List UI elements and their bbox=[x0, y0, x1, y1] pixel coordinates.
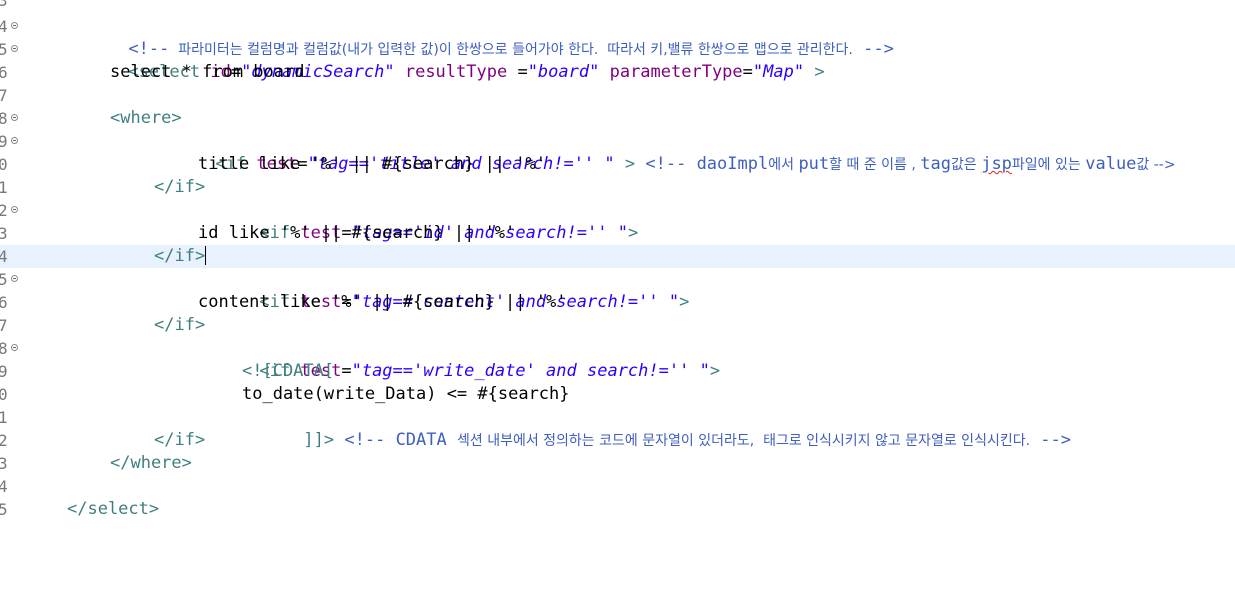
tag-name: <where> bbox=[110, 108, 182, 128]
line-number: 3 bbox=[0, 224, 8, 243]
fold-toggle-icon[interactable] bbox=[11, 275, 18, 282]
code-line[interactable]: 7 bbox=[0, 84, 1235, 107]
line-number: 4 bbox=[0, 17, 8, 36]
cdata-open: <![CDATA[ bbox=[242, 361, 335, 381]
sql-text: content like '%' || #{search} || '%' bbox=[198, 292, 567, 312]
tag-name: </if> bbox=[154, 315, 206, 335]
line-number: 5 bbox=[0, 270, 8, 289]
line-number: 8 bbox=[0, 109, 8, 128]
fold-toggle-icon[interactable] bbox=[11, 137, 18, 144]
code-line[interactable]: 5 <if test="tag=='content' and search!='… bbox=[0, 268, 1235, 312]
code-line[interactable]: 0 to_date(write_Data) <= #{search} bbox=[0, 383, 1235, 406]
line-number: 0 bbox=[0, 155, 8, 174]
line-number: 2 bbox=[0, 201, 8, 220]
sql-text: to_date(write_Data) <= #{search} bbox=[242, 384, 570, 404]
tag-name: </select> bbox=[67, 499, 160, 519]
line-number: 4 bbox=[0, 247, 8, 266]
current-code-line[interactable]: 4 </if> bbox=[0, 245, 1235, 268]
line-number: 9 bbox=[0, 132, 8, 151]
line-number: 1 bbox=[0, 178, 8, 197]
line-number: 3 bbox=[0, 0, 8, 10]
sql-text: title like '%' || #{search} || '%' bbox=[198, 154, 546, 174]
code-line[interactable]: 0 title like '%' || #{search} || '%' bbox=[0, 153, 1235, 176]
code-line[interactable]: 8 <where> bbox=[0, 107, 1235, 130]
code-line[interactable]: 3 </where> bbox=[0, 452, 1235, 475]
tag-name: </where> bbox=[110, 453, 192, 473]
code-line[interactable]: 5 <select id="dynamicSearch" resultType … bbox=[0, 38, 1235, 82]
line-number: 5 bbox=[0, 40, 8, 59]
fold-toggle-icon[interactable] bbox=[11, 344, 18, 351]
fold-toggle-icon[interactable] bbox=[11, 114, 18, 121]
line-number: 0 bbox=[0, 385, 8, 404]
code-line[interactable]: 3 id like '%' || #{search} || '%' bbox=[0, 222, 1235, 245]
sql-text: select * from board bbox=[110, 62, 305, 82]
code-line[interactable]: 3 bbox=[0, 0, 1235, 12]
line-number: 6 bbox=[0, 63, 8, 82]
code-line[interactable]: 2 </if> bbox=[0, 429, 1235, 452]
tag-name: </if> bbox=[154, 177, 206, 197]
code-line[interactable]: 9 <if test="tag=='title' and search!='' … bbox=[0, 130, 1235, 174]
tag-name: </if> bbox=[154, 430, 206, 450]
line-number: 7 bbox=[0, 316, 8, 335]
code-line[interactable]: 4 bbox=[0, 475, 1235, 498]
line-number: 1 bbox=[0, 408, 8, 427]
code-editor[interactable]: 3 4 <!-- 파라미터는 컬럼명과 컬럼값(내가 입력한 값)이 한쌍으로 … bbox=[0, 0, 1235, 519]
code-line[interactable]: 5 </select> bbox=[0, 498, 1235, 521]
line-number: 8 bbox=[0, 339, 8, 358]
line-number: 3 bbox=[0, 454, 8, 473]
sql-text: id like '%' || #{search} || '%' bbox=[198, 223, 516, 243]
code-line[interactable]: 6 content like '%' || #{search} || '%' bbox=[0, 291, 1235, 314]
fold-toggle-icon[interactable] bbox=[11, 206, 18, 213]
code-line[interactable]: 1 ]]> <!-- CDATA 섹션 내부에서 정의하는 코드에 문자열이 있… bbox=[0, 406, 1235, 450]
fold-toggle-icon[interactable] bbox=[11, 45, 18, 52]
tag-name: </if> bbox=[154, 246, 206, 266]
line-number: 6 bbox=[0, 293, 8, 312]
code-line[interactable]: 1 </if> bbox=[0, 176, 1235, 199]
code-line[interactable]: 6 select * from board bbox=[0, 61, 1235, 84]
code-line[interactable]: 8 <if test="tag=='write_date' and search… bbox=[0, 337, 1235, 381]
code-line[interactable]: 9 <![CDATA[ bbox=[0, 360, 1235, 383]
fold-toggle-icon[interactable] bbox=[11, 22, 18, 29]
code-line[interactable]: 7 </if> bbox=[0, 314, 1235, 337]
line-number: 7 bbox=[0, 86, 8, 105]
text-caret bbox=[205, 246, 207, 265]
code-line[interactable]: 2 <if test="tag=='id' and search!='' "> bbox=[0, 199, 1235, 243]
line-number: 4 bbox=[0, 477, 8, 496]
line-number: 9 bbox=[0, 362, 8, 381]
code-line[interactable]: 4 <!-- 파라미터는 컬럼명과 컬럼값(내가 입력한 값)이 한쌍으로 들어… bbox=[0, 15, 1235, 59]
line-number: 5 bbox=[0, 500, 8, 519]
line-number: 2 bbox=[0, 431, 8, 450]
